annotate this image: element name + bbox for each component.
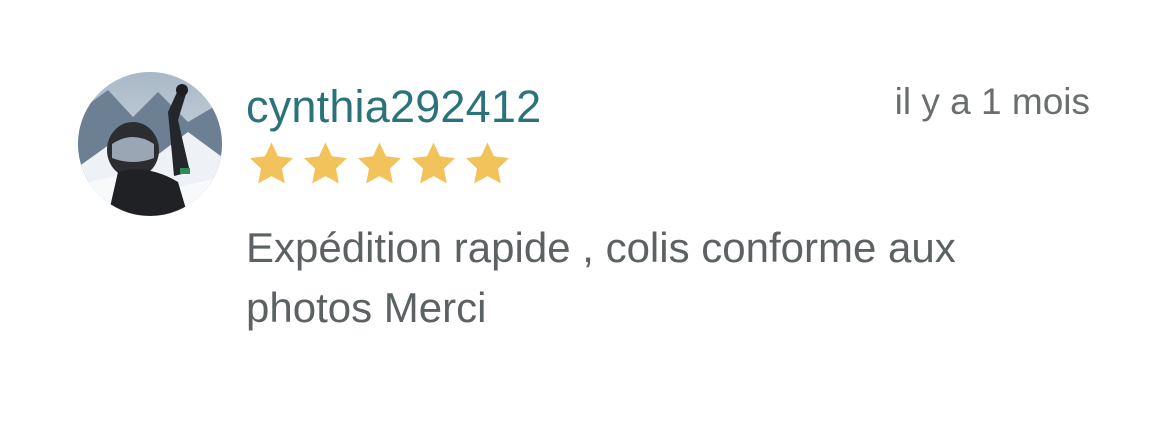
star-rating (246, 140, 513, 188)
review-text: Expédition rapide , colis conforme aux p… (246, 224, 956, 331)
review-timestamp: il y a 1 mois (894, 81, 1090, 122)
avatar[interactable] (78, 72, 222, 216)
review-card: cynthia292412 il y a 1 mois Expédition r… (0, 0, 1166, 435)
star-icon (462, 140, 513, 188)
star-icon (408, 140, 459, 188)
reviewer-username[interactable]: cynthia292412 (246, 80, 541, 134)
star-icon (354, 140, 405, 188)
star-icon (246, 140, 297, 188)
avatar-photo (78, 72, 222, 216)
star-icon (300, 140, 351, 188)
